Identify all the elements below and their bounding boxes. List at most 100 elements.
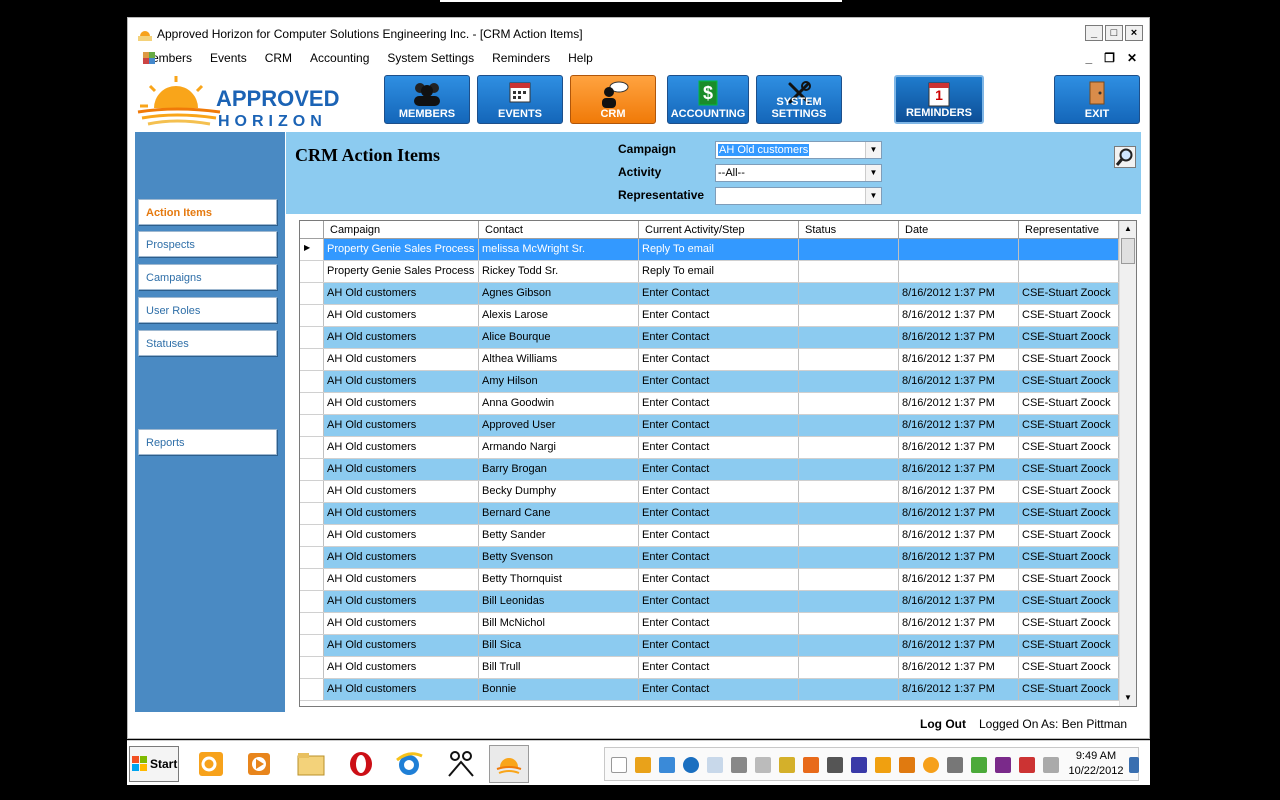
table-row[interactable]: AH Old customers Becky Dumphy Enter Contac… xyxy=(300,481,1119,503)
crm-button[interactable]: CRM xyxy=(570,75,656,124)
table-row[interactable]: AH Old customers Alexis Larose Enter Conta… xyxy=(300,305,1119,327)
activity-select[interactable]: --All-- ▼ xyxy=(715,164,882,182)
table-row[interactable]: Property Genie Sales Process Rickey Todd … xyxy=(300,261,1119,283)
sidebar-item-campaigns[interactable]: Campaigns xyxy=(138,264,277,290)
mdi-minimize-button[interactable]: _ xyxy=(1085,51,1092,65)
members-button[interactable]: MEMBERS xyxy=(384,75,470,124)
taskbar-outlook[interactable] xyxy=(191,745,231,783)
reminders-button[interactable]: 1 REMINDERS xyxy=(894,75,984,124)
taskbar-explorer[interactable] xyxy=(291,745,331,783)
table-row[interactable]: AH Old customers Bill Trull Enter Contact 8… xyxy=(300,657,1119,679)
col-activity[interactable]: Current Activity/Step xyxy=(639,221,799,239)
col-representative[interactable]: Representative xyxy=(1019,221,1119,239)
table-row[interactable]: AH Old customers Agnes Gibson Enter Contac… xyxy=(300,283,1119,305)
taskbar-opera[interactable] xyxy=(341,745,381,783)
row-header[interactable] xyxy=(300,371,324,392)
close-button[interactable]: × xyxy=(1125,25,1143,41)
sidebar-item-prospects[interactable]: Prospects xyxy=(138,231,277,257)
tray-onenote-icon[interactable] xyxy=(995,757,1011,773)
maximize-button[interactable]: □ xyxy=(1105,25,1123,41)
tray-update-icon[interactable] xyxy=(683,757,699,773)
row-header[interactable] xyxy=(300,525,324,546)
row-header[interactable] xyxy=(300,569,324,590)
exit-button[interactable]: EXIT xyxy=(1054,75,1140,124)
col-status[interactable]: Status xyxy=(799,221,899,239)
tray-lightning-icon[interactable] xyxy=(851,757,867,773)
table-row[interactable]: AH Old customers Armando Nargi Enter Conta… xyxy=(300,437,1119,459)
sidebar-item-statuses[interactable]: Statuses xyxy=(138,330,277,356)
table-row[interactable]: AH Old customers Bill Sica Enter Contact 8/… xyxy=(300,635,1119,657)
table-row[interactable]: AH Old customers Alice Bourque Enter Conta… xyxy=(300,327,1119,349)
row-header[interactable] xyxy=(300,305,324,326)
row-header[interactable] xyxy=(300,459,324,480)
mdi-restore-button[interactable]: ❐ xyxy=(1104,51,1115,65)
table-row[interactable]: AH Old customers Bill McNichol Enter Conta… xyxy=(300,613,1119,635)
tray-s-icon[interactable] xyxy=(899,757,915,773)
tray-outlook-icon[interactable] xyxy=(875,757,891,773)
row-header[interactable] xyxy=(300,679,324,700)
vertical-scrollbar[interactable]: ▲ ▼ xyxy=(1119,221,1136,706)
chevron-down-icon[interactable]: ▼ xyxy=(865,188,881,204)
minimize-button[interactable]: _ xyxy=(1085,25,1103,41)
row-header[interactable] xyxy=(300,635,324,656)
row-header[interactable] xyxy=(300,261,324,282)
menu-help[interactable]: Help xyxy=(559,51,602,65)
sidebar-item-user-roles[interactable]: User Roles xyxy=(138,297,277,323)
menu-system-settings[interactable]: System Settings xyxy=(378,51,483,65)
tray-network-icon[interactable] xyxy=(1019,757,1035,773)
scroll-up-icon[interactable]: ▲ xyxy=(1120,221,1136,237)
tray-monitor-icon[interactable] xyxy=(827,757,843,773)
show-desktop-icon[interactable] xyxy=(1129,757,1139,773)
sidebar-item-reports[interactable]: Reports xyxy=(138,429,277,455)
tray-device-icon[interactable] xyxy=(1043,757,1059,773)
events-button[interactable]: EVENTS xyxy=(477,75,563,124)
menu-reminders[interactable]: Reminders xyxy=(483,51,559,65)
tray-flower-icon[interactable] xyxy=(635,757,651,773)
row-header[interactable] xyxy=(300,613,324,634)
start-button[interactable]: Start xyxy=(129,746,179,782)
mdi-close-button[interactable]: ✕ xyxy=(1127,51,1137,65)
table-row[interactable]: AH Old customers Barry Brogan Enter Contac… xyxy=(300,459,1119,481)
tray-folder-icon[interactable] xyxy=(779,757,795,773)
clock[interactable]: 9:49 AM 10/22/2012 xyxy=(1063,749,1129,779)
table-row[interactable]: AH Old customers Approved User Enter Conta… xyxy=(300,415,1119,437)
table-row[interactable]: AH Old customers Bill Leonidas Enter Conta… xyxy=(300,591,1119,613)
tray-printer-icon[interactable] xyxy=(731,757,747,773)
tray-app-icon[interactable] xyxy=(803,757,819,773)
scroll-thumb[interactable] xyxy=(1121,238,1135,264)
table-row[interactable]: AH Old customers Betty Svenson Enter Conta… xyxy=(300,547,1119,569)
tray-up-arrow-icon[interactable] xyxy=(923,757,939,773)
row-header[interactable] xyxy=(300,393,324,414)
row-header[interactable] xyxy=(300,591,324,612)
chevron-down-icon[interactable]: ▼ xyxy=(865,142,881,158)
row-header[interactable] xyxy=(300,349,324,370)
logout-link[interactable]: Log Out xyxy=(920,717,966,731)
tray-volume-icon[interactable] xyxy=(755,757,771,773)
row-header[interactable] xyxy=(300,283,324,304)
taskbar-ie[interactable] xyxy=(389,745,429,783)
tray-window-icon[interactable] xyxy=(707,757,723,773)
table-row[interactable]: AH Old customers Betty Thornquist Enter Co… xyxy=(300,569,1119,591)
col-contact[interactable]: Contact xyxy=(479,221,639,239)
representative-select[interactable]: ▼ xyxy=(715,187,882,205)
table-row[interactable]: AH Old customers Betty Sander Enter Contac… xyxy=(300,525,1119,547)
tray-signal-icon[interactable] xyxy=(947,757,963,773)
taskbar-network-app[interactable] xyxy=(441,745,481,783)
sidebar-item-action-items[interactable]: Action Items xyxy=(138,199,277,225)
system-settings-button[interactable]: SYSTEM SETTINGS xyxy=(756,75,842,124)
table-row[interactable]: AH Old customers Bonnie Enter Contact 8/16/… xyxy=(300,679,1119,701)
table-row[interactable]: ▶ Property Genie Sales Process melissa McW… xyxy=(300,239,1119,261)
campaign-select[interactable]: AH Old customers ▼ xyxy=(715,141,882,159)
menu-events[interactable]: Events xyxy=(201,51,256,65)
row-header[interactable] xyxy=(300,503,324,524)
row-header[interactable] xyxy=(300,415,324,436)
menu-crm[interactable]: CRM xyxy=(256,51,301,65)
row-header[interactable]: ▶ xyxy=(300,239,324,260)
row-header[interactable] xyxy=(300,437,324,458)
col-campaign[interactable]: Campaign xyxy=(324,221,479,239)
col-date[interactable]: Date xyxy=(899,221,1019,239)
tray-dropbox-icon[interactable] xyxy=(659,757,675,773)
accounting-button[interactable]: $ ACCOUNTING xyxy=(667,75,749,124)
row-header[interactable] xyxy=(300,547,324,568)
table-row[interactable]: AH Old customers Anna Goodwin Enter Contac… xyxy=(300,393,1119,415)
